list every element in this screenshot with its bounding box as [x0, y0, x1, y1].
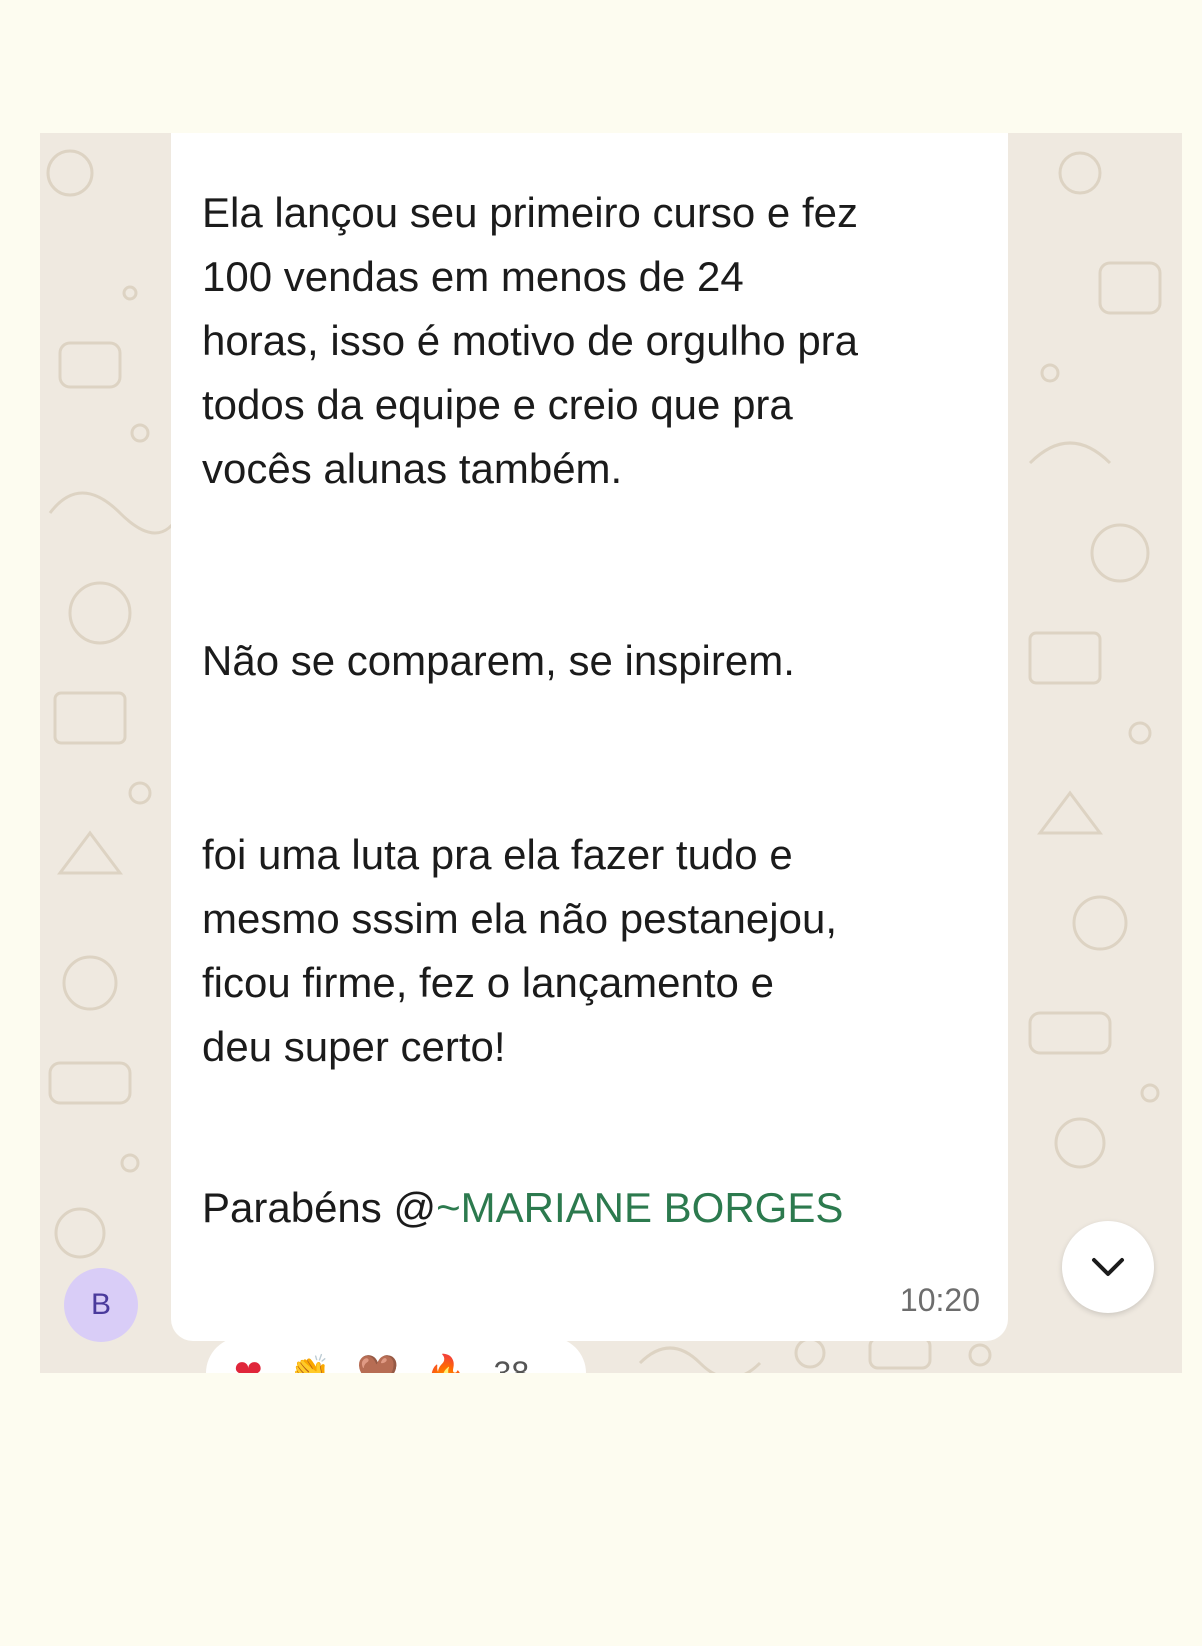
message-timestamp: 10:20 [899, 1282, 980, 1318]
message-bubble[interactable]: Ela lançou seu primeiro curso e fez 100 … [171, 133, 1008, 1341]
reaction-count: 38 [493, 1354, 530, 1374]
heart-reaction-icon: ❤ [234, 1354, 263, 1373]
reactions-bar[interactable]: ❤ 👏 🤎 🔥 38 [206, 1337, 586, 1373]
avatar[interactable]: B [64, 1268, 138, 1342]
message-paragraph: Não se comparem, se inspirem. [202, 637, 795, 684]
message-paragraph: foi uma luta pra ela fazer tudo e mesmo … [202, 831, 837, 1070]
chat-view: Ela lançou seu primeiro curso e fez 100 … [40, 133, 1182, 1373]
scroll-down-button[interactable] [1062, 1221, 1154, 1313]
brown-heart-reaction-icon: 🤎 [356, 1354, 400, 1373]
chevron-down-icon [1092, 1258, 1124, 1276]
congrats-text: Parabéns @ [202, 1184, 437, 1231]
user-mention[interactable]: ~MARIANE BORGES [436, 1184, 843, 1231]
fire-reaction-icon: 🔥 [425, 1354, 468, 1373]
message-paragraph: Ela lançou seu primeiro curso e fez 100 … [202, 189, 859, 492]
clapping-hands-reaction-icon: 👏 [288, 1354, 331, 1373]
congrats-line: Parabéns @~MARIANE BORGES [202, 1176, 843, 1240]
